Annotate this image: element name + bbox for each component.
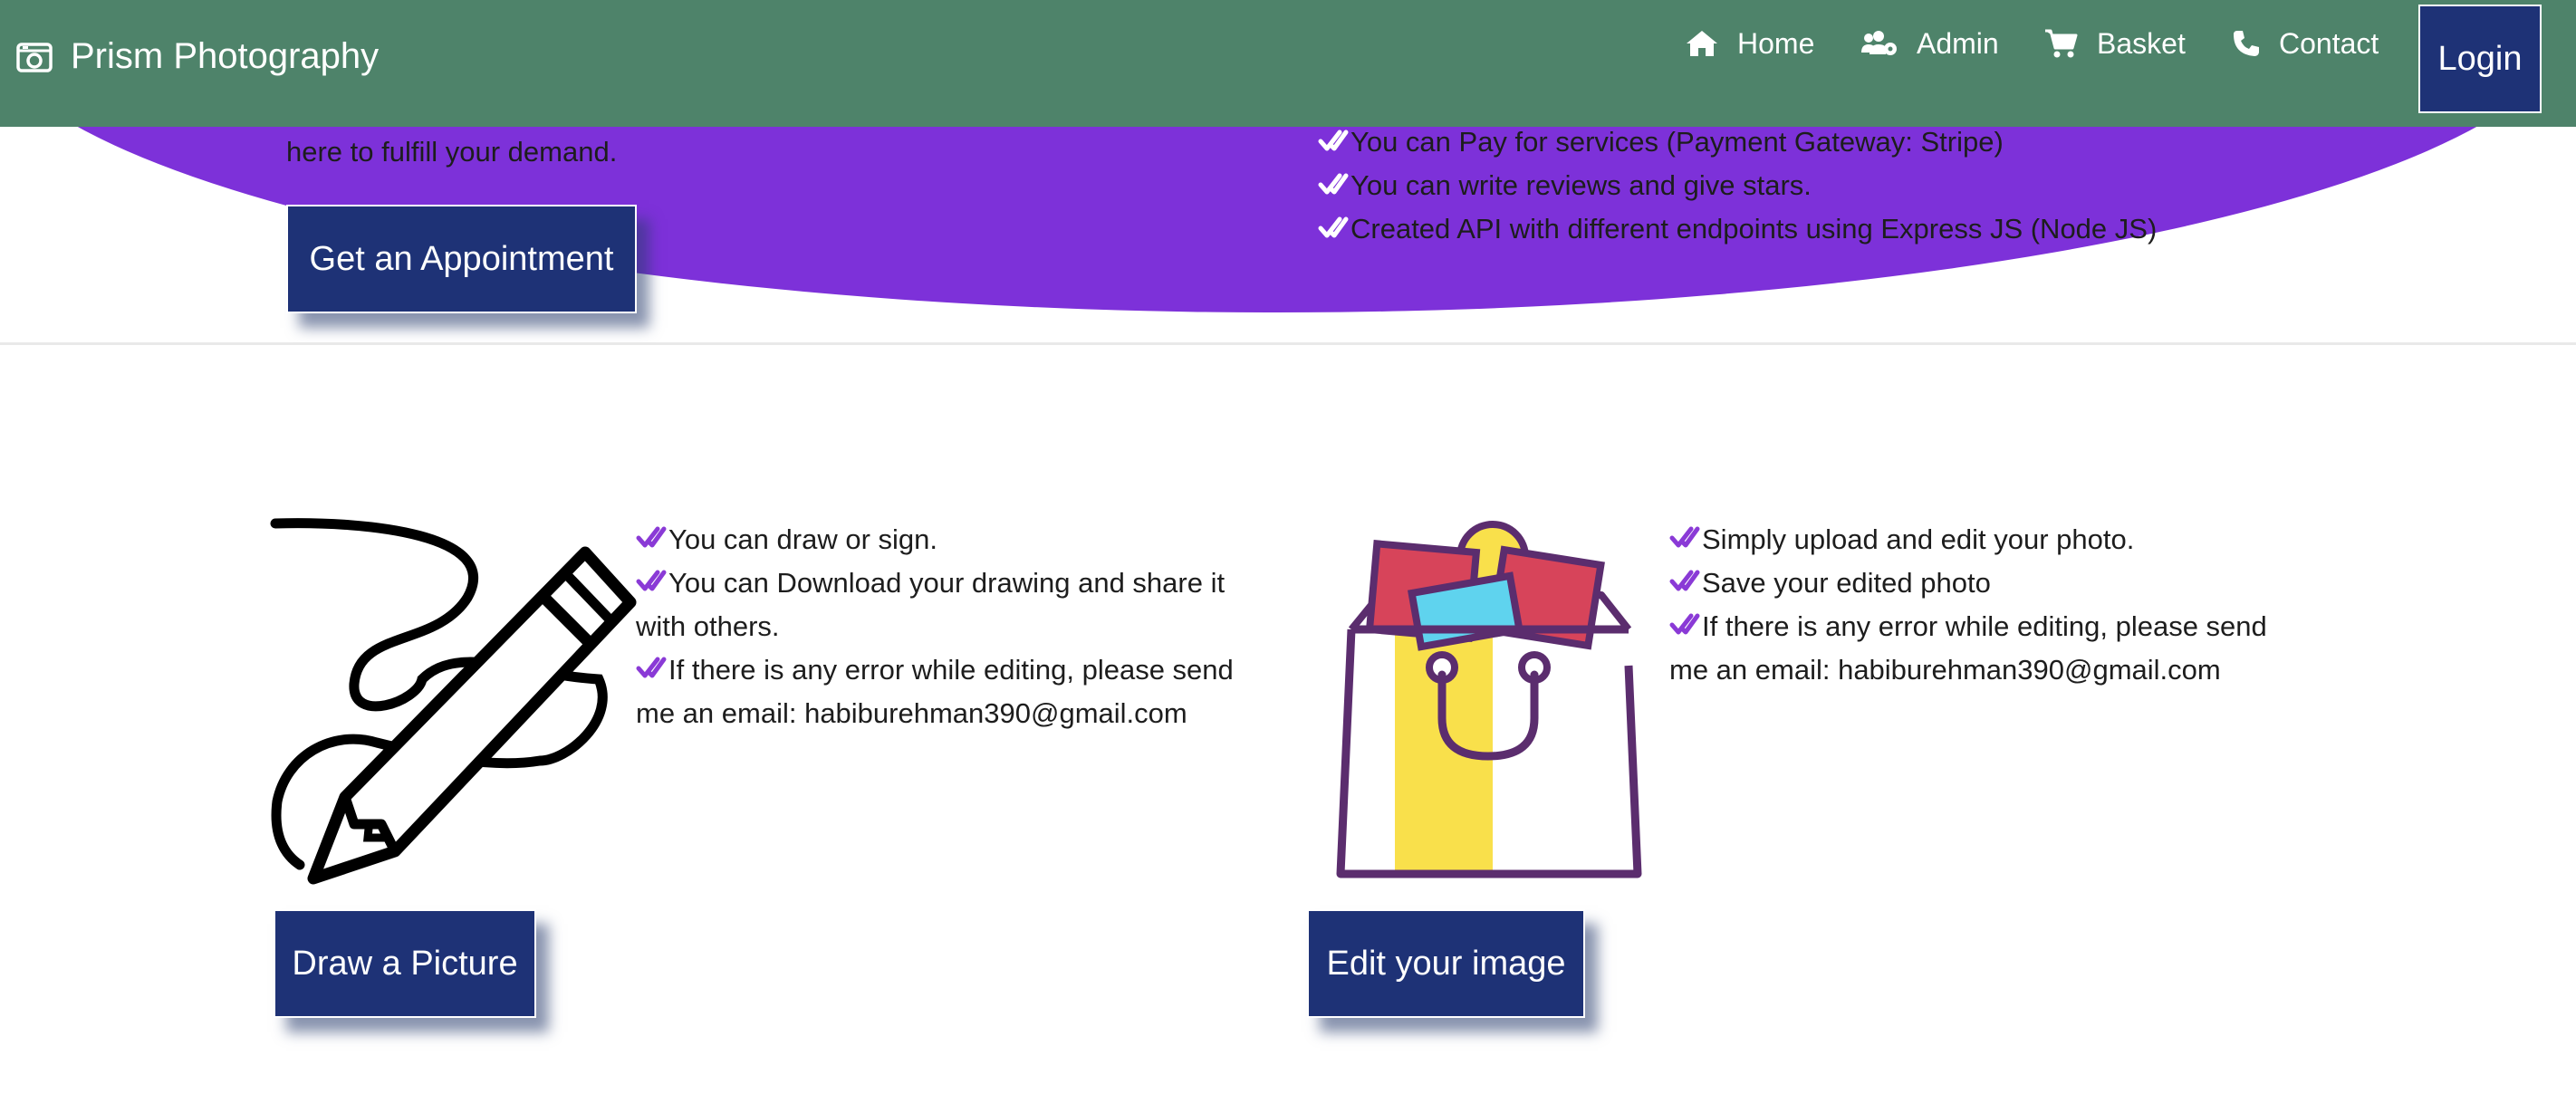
double-check-icon bbox=[636, 657, 667, 678]
list-item: You can write reviews and give stars. bbox=[1318, 164, 2157, 207]
feature-text: If there is any error while editing, ple… bbox=[636, 654, 1234, 729]
feature-text: If there is any error while editing, ple… bbox=[1669, 610, 2267, 686]
feature-text: You can draw or sign. bbox=[668, 523, 937, 555]
nav-admin[interactable]: Admin bbox=[1860, 25, 1999, 62]
double-check-icon bbox=[1318, 216, 1349, 238]
nav-admin-label: Admin bbox=[1917, 26, 1999, 60]
list-item: If there is any error while editing, ple… bbox=[1669, 605, 2285, 692]
phone-icon bbox=[2234, 31, 2259, 56]
feature-text: You can write reviews and give stars. bbox=[1350, 169, 1812, 201]
cart-icon bbox=[2045, 29, 2078, 58]
nav-contact[interactable]: Contact bbox=[2232, 25, 2379, 62]
list-item: You can draw or sign. bbox=[636, 518, 1270, 561]
nav-basket-label: Basket bbox=[2097, 26, 2186, 60]
double-check-icon bbox=[1669, 613, 1700, 635]
hero-text: here to fulfill your demand. bbox=[286, 136, 618, 168]
feature-text: Save your edited photo bbox=[1702, 567, 1991, 599]
brand-name: Prism Photography bbox=[71, 36, 380, 76]
list-item: Simply upload and edit your photo. bbox=[1669, 518, 2285, 561]
brand-link[interactable]: Prism Photography bbox=[16, 36, 379, 77]
photo-bag-icon bbox=[1330, 512, 1656, 888]
feature-text: Simply upload and edit your photo. bbox=[1702, 523, 2135, 555]
list-item: If there is any error while editing, ple… bbox=[636, 648, 1270, 735]
login-button[interactable]: Login bbox=[2418, 5, 2542, 113]
draw-picture-button[interactable]: Draw a Picture bbox=[274, 909, 536, 1018]
pencil-drawing-icon bbox=[268, 512, 649, 897]
feature-text: Created API with different endpoints usi… bbox=[1350, 213, 2158, 245]
feature-text: You can Download your drawing and share … bbox=[636, 567, 1226, 642]
list-item: Created API with different endpoints usi… bbox=[1318, 207, 2157, 251]
double-check-icon bbox=[636, 526, 667, 548]
feature-text: You can Pay for services (Payment Gatewa… bbox=[1350, 126, 2004, 158]
list-item: Save your edited photo bbox=[1669, 561, 2285, 605]
navbar: Prism Photography Home Admin Basket Cont… bbox=[0, 0, 2576, 127]
camera-icon bbox=[16, 42, 53, 72]
edit-feature-list: Simply upload and edit your photo. Save … bbox=[1669, 518, 2285, 692]
nav-home-label: Home bbox=[1737, 26, 1815, 60]
nav-contact-label: Contact bbox=[2279, 26, 2379, 60]
get-appointment-button[interactable]: Get an Appointment bbox=[286, 205, 637, 313]
double-check-icon bbox=[1669, 526, 1700, 548]
double-check-icon bbox=[1318, 130, 1349, 151]
double-check-icon bbox=[636, 570, 667, 591]
list-item: You can Download your drawing and share … bbox=[636, 561, 1270, 648]
draw-feature-list: You can draw or sign. You can Download y… bbox=[636, 518, 1270, 735]
users-cog-icon bbox=[1861, 31, 1897, 55]
nav-home[interactable]: Home bbox=[1685, 25, 1814, 62]
edit-image-button[interactable]: Edit your image bbox=[1307, 909, 1585, 1018]
hero-feature-list: You can Pay for services (Payment Gatewa… bbox=[1318, 120, 2157, 251]
double-check-icon bbox=[1669, 570, 1700, 591]
home-icon bbox=[1687, 31, 1717, 56]
double-check-icon bbox=[1318, 173, 1349, 195]
nav-basket[interactable]: Basket bbox=[2044, 25, 2186, 62]
list-item: You can Pay for services (Payment Gatewa… bbox=[1318, 120, 2157, 164]
